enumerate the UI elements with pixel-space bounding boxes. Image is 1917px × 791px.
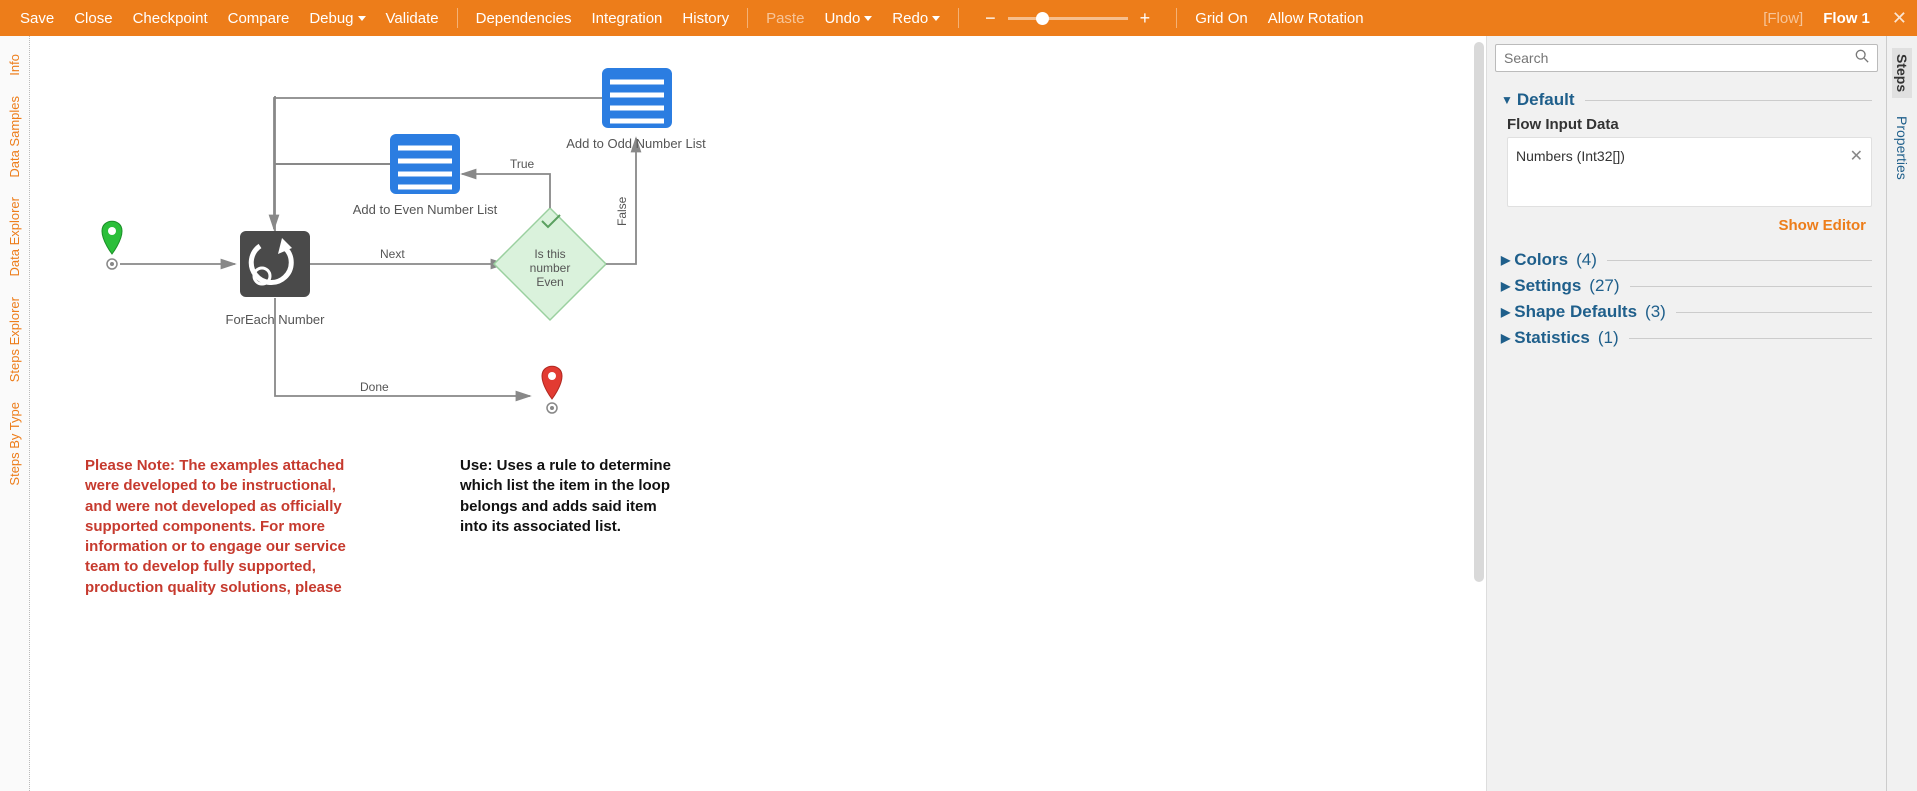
chevron-down-icon: ▼ — [1501, 93, 1513, 107]
section-settings[interactable]: ▶ Settings (27) — [1501, 276, 1872, 296]
section-colors[interactable]: ▶ Colors (4) — [1501, 250, 1872, 270]
undo-dropdown[interactable]: Undo — [824, 10, 872, 27]
section-shape-defaults[interactable]: ▶ Shape Defaults (3) — [1501, 302, 1872, 322]
validate-button[interactable]: Validate — [386, 10, 439, 27]
tab-properties[interactable]: Properties — [1892, 110, 1912, 186]
svg-text:Is this: Is this — [534, 247, 565, 261]
edge-next-label: Next — [380, 247, 405, 261]
tab-steps-explorer[interactable]: Steps Explorer — [7, 297, 22, 382]
edge-true-label: True — [510, 157, 535, 171]
note-black-text: Use: Uses a rule to determine which list… — [460, 456, 685, 537]
note-red-text: Please Note: The examples attached were … — [85, 456, 355, 598]
tab-data-explorer[interactable]: Data Explorer — [7, 197, 22, 276]
zoom-in-icon[interactable]: + — [1134, 8, 1157, 29]
tab-steps[interactable]: Steps — [1892, 48, 1912, 98]
chevron-right-icon: ▶ — [1501, 279, 1510, 293]
chevron-right-icon: ▶ — [1501, 331, 1510, 345]
history-button[interactable]: History — [682, 10, 729, 27]
properties-panel: ▼ Default Flow Input Data Numbers (Int32… — [1487, 36, 1887, 791]
input-item-text: Numbers (Int32[]) — [1516, 148, 1625, 164]
tab-info[interactable]: Info — [7, 54, 22, 76]
search-input[interactable] — [1504, 50, 1851, 66]
input-item-row[interactable]: Numbers (Int32[]) ✕ — [1516, 144, 1863, 168]
flow-input-list[interactable]: Numbers (Int32[]) ✕ — [1507, 137, 1872, 207]
checkpoint-button[interactable]: Checkpoint — [133, 10, 208, 27]
search-icon[interactable] — [1855, 49, 1869, 67]
show-editor-link[interactable]: Show Editor — [1501, 217, 1866, 234]
top-toolbar: Save Close Checkpoint Compare Debug Vali… — [0, 0, 1917, 36]
even-list-label: Add to Even Number List — [353, 202, 498, 217]
tab-data-samples[interactable]: Data Samples — [7, 96, 22, 178]
zoom-slider-handle[interactable] — [1036, 12, 1049, 25]
flow-input-data-label: Flow Input Data — [1507, 116, 1872, 133]
chevron-right-icon: ▶ — [1501, 253, 1510, 267]
chevron-right-icon: ▶ — [1501, 305, 1510, 319]
odd-list-label: Add to Odd Number List — [566, 136, 706, 151]
compare-button[interactable]: Compare — [228, 10, 290, 27]
tab-steps-by-type[interactable]: Steps By Type — [7, 402, 22, 486]
edge-done-label: Done — [360, 380, 389, 394]
section-default[interactable]: ▼ Default — [1501, 90, 1872, 110]
close-tab-icon[interactable]: ✕ — [1892, 8, 1907, 29]
edge-false-label: False — [615, 196, 629, 226]
zoom-out-icon[interactable]: − — [979, 8, 1002, 29]
integration-button[interactable]: Integration — [592, 10, 663, 27]
dependencies-button[interactable]: Dependencies — [476, 10, 572, 27]
save-button[interactable]: Save — [20, 10, 54, 27]
toolbar-separator — [457, 8, 458, 28]
toolbar-separator — [1176, 8, 1177, 28]
paste-button[interactable]: Paste — [766, 10, 804, 27]
toolbar-separator — [747, 8, 748, 28]
even-list-node[interactable]: Add to Even Number List — [353, 134, 498, 217]
toolbar-separator — [958, 8, 959, 28]
svg-text:number: number — [530, 261, 571, 275]
zoom-control[interactable]: − + — [979, 8, 1156, 29]
search-box[interactable] — [1495, 44, 1878, 72]
allow-rotation-button[interactable]: Allow Rotation — [1268, 10, 1364, 27]
close-button[interactable]: Close — [74, 10, 112, 27]
section-statistics[interactable]: ▶ Statistics (1) — [1501, 328, 1872, 348]
debug-dropdown[interactable]: Debug — [309, 10, 365, 27]
flow-type-label: [Flow] — [1763, 10, 1803, 27]
right-side-tabs: Steps Properties — [1887, 36, 1917, 791]
svg-text:Even: Even — [536, 275, 563, 289]
canvas-scrollbar[interactable] — [1474, 42, 1484, 582]
end-node[interactable] — [542, 366, 562, 413]
odd-list-node[interactable]: Add to Odd Number List — [566, 68, 706, 151]
flow-canvas[interactable]: ForEach Number Next Done Is this number … — [30, 36, 1487, 791]
redo-dropdown[interactable]: Redo — [892, 10, 940, 27]
grid-on-button[interactable]: Grid On — [1195, 10, 1248, 27]
start-node[interactable] — [102, 221, 122, 269]
left-side-tabs: Info Data Samples Data Explorer Steps Ex… — [0, 36, 30, 791]
zoom-slider-track[interactable] — [1008, 17, 1128, 20]
remove-input-icon[interactable]: ✕ — [1850, 146, 1863, 166]
flow-name-label: Flow 1 — [1823, 10, 1870, 27]
flow-diagram: ForEach Number Next Done Is this number … — [30, 36, 1180, 456]
decision-node[interactable]: Is this number Even — [494, 208, 606, 320]
